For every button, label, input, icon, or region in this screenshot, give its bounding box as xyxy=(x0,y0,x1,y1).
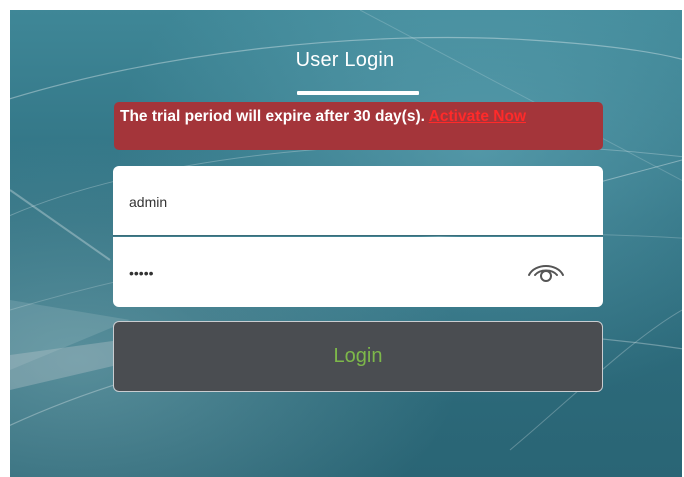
trial-notice-message: The trial period will expire after 30 da… xyxy=(120,108,429,125)
login-button[interactable]: Login xyxy=(113,321,603,392)
username-input[interactable] xyxy=(127,166,511,237)
password-input[interactable] xyxy=(127,237,511,309)
active-tab-indicator xyxy=(297,91,419,95)
eye-icon[interactable] xyxy=(525,259,567,285)
login-background: User Login The trial period will expire … xyxy=(10,10,682,477)
trial-notice: The trial period will expire after 30 da… xyxy=(114,102,603,150)
password-field xyxy=(113,237,603,309)
tab-user-login[interactable]: User Login xyxy=(270,48,420,72)
activate-now-link[interactable]: Activate Now xyxy=(429,108,526,125)
username-field xyxy=(113,166,603,237)
